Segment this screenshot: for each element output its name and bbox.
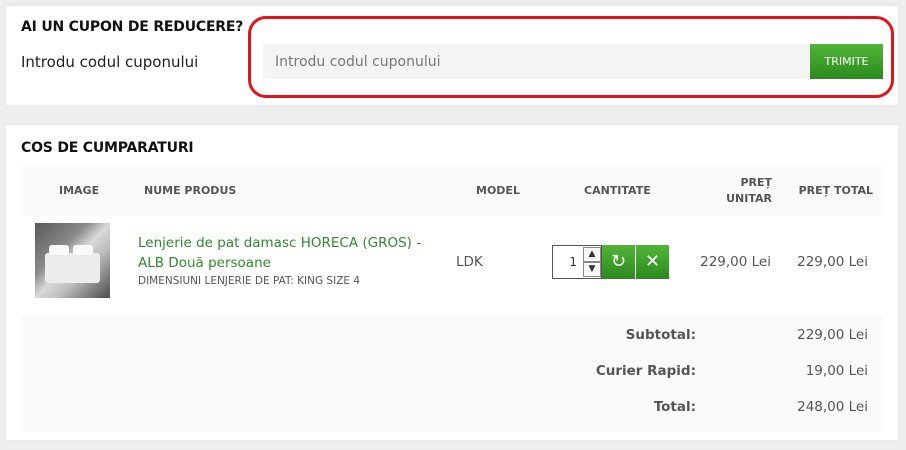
chevron-down-icon[interactable]: ▼ bbox=[583, 262, 601, 277]
shipping-label: Curier Rapid: bbox=[595, 363, 696, 379]
total-value: 248,00 Lei bbox=[797, 399, 868, 415]
header-image: IMAGE bbox=[59, 184, 100, 197]
subtotal-value: 229,00 Lei bbox=[797, 327, 868, 343]
header-quantity: CANTITATE bbox=[584, 184, 651, 197]
product-model: LDK bbox=[456, 254, 483, 270]
coupon-panel: AI UN CUPON DE REDUCERE? Introdu codul c… bbox=[6, 6, 898, 105]
refresh-icon[interactable]: ↻ bbox=[602, 245, 635, 279]
quantity-stepper: ▲ ▼ bbox=[552, 245, 602, 279]
shipping-value: 19,00 Lei bbox=[805, 363, 868, 379]
header-name: NUME PRODUS bbox=[144, 184, 237, 197]
header-model: MODEL bbox=[476, 184, 520, 197]
cart-table-header: IMAGE NUME PRODUS MODEL CANTITATE PREȚ U… bbox=[21, 166, 883, 216]
chevron-up-icon[interactable]: ▲ bbox=[583, 247, 601, 262]
subtotal-label: Subtotal: bbox=[625, 327, 696, 343]
total-label: Total: bbox=[653, 399, 696, 415]
cart-title: COS DE CUMPARATURI bbox=[21, 140, 194, 156]
coupon-title: AI UN CUPON DE REDUCERE? bbox=[21, 19, 244, 35]
product-name-link[interactable]: Lenjerie de pat damasc HORECA (GROS) - A… bbox=[138, 233, 448, 273]
cart-totals: Subtotal: 229,00 Lei Curier Rapid: 19,00… bbox=[21, 316, 883, 432]
table-row: Lenjerie de pat damasc HORECA (GROS) - A… bbox=[21, 216, 883, 316]
header-total-price: PREȚ TOTAL bbox=[798, 184, 873, 197]
coupon-highlight-annotation bbox=[248, 16, 894, 98]
close-icon[interactable]: ✕ bbox=[636, 245, 669, 279]
total-price: 229,00 Lei bbox=[797, 254, 868, 270]
product-option: DIMENSIUNI LENJERIE DE PAT: KING SIZE 4 bbox=[138, 275, 361, 287]
unit-price: 229,00 Lei bbox=[700, 254, 771, 270]
quantity-input[interactable] bbox=[554, 247, 581, 277]
coupon-label: Introdu codul cuponului bbox=[21, 53, 199, 71]
cart-panel: COS DE CUMPARATURI IMAGE NUME PRODUS MOD… bbox=[6, 125, 898, 440]
product-image[interactable] bbox=[35, 223, 110, 298]
header-unit-price: PREȚ UNITAR bbox=[726, 176, 772, 205]
